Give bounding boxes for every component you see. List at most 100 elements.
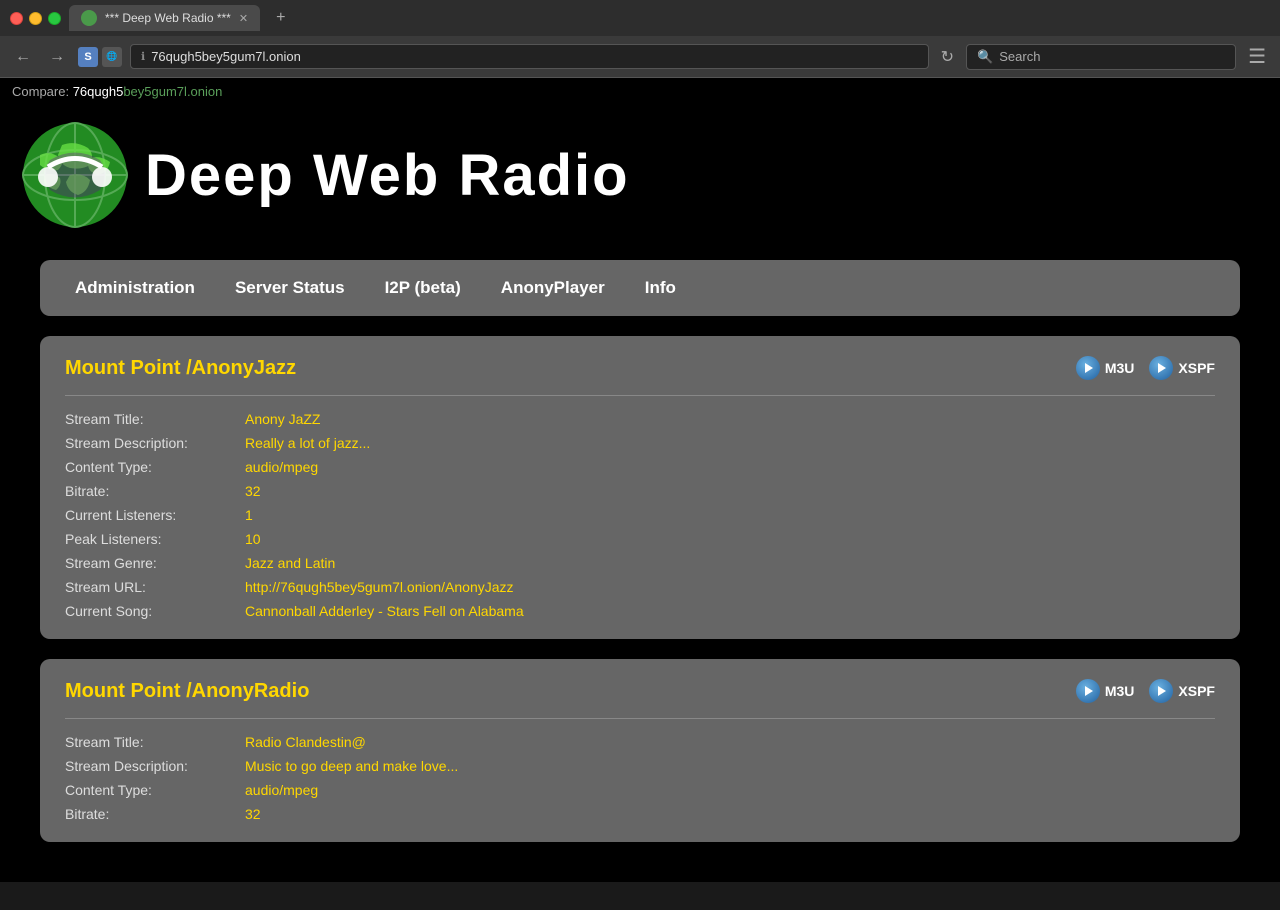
value-content-type-2: audio/mpeg	[245, 782, 318, 798]
label-content-type-1: Content Type:	[65, 459, 245, 475]
site-header: Deep Web Radio	[0, 105, 1280, 250]
label-stream-genre-1: Stream Genre:	[65, 555, 245, 571]
info-row-stream-desc-1: Stream Description: Really a lot of jazz…	[65, 435, 1215, 451]
nav-link-anonyplayer[interactable]: AnonyPlayer	[481, 260, 625, 316]
info-row-stream-genre-1: Stream Genre: Jazz and Latin	[65, 555, 1215, 571]
site-nav: Administration Server Status I2P (beta) …	[40, 260, 1240, 316]
info-row-current-listeners-1: Current Listeners: 1	[65, 507, 1215, 523]
site-logo	[20, 120, 130, 230]
label-bitrate-1: Bitrate:	[65, 483, 245, 499]
value-stream-desc-1: Really a lot of jazz...	[245, 435, 370, 451]
plugin-icon-2[interactable]: 🌐	[102, 47, 122, 67]
info-row-stream-url-1: Stream URL: http://76qugh5bey5gum7l.onio…	[65, 579, 1215, 595]
compare-tld: .onion	[187, 84, 222, 99]
value-current-listeners-1: 1	[245, 507, 253, 523]
m3u-label-2: M3U	[1105, 683, 1135, 699]
search-bar-container[interactable]: 🔍 Search	[966, 44, 1236, 70]
label-stream-title-1: Stream Title:	[65, 411, 245, 427]
info-row-bitrate-2: Bitrate: 32	[65, 806, 1215, 822]
mount-divider-2	[65, 718, 1215, 719]
play-icon-xspf-1	[1149, 356, 1173, 380]
tab-title: *** Deep Web Radio ***	[105, 11, 231, 25]
compare-domain: 76qugh5bey5gum7l.onion	[73, 84, 223, 99]
value-stream-desc-2: Music to go deep and make love...	[245, 758, 458, 774]
browser-chrome: *** Deep Web Radio *** ✕ + ← → S 🌐 ℹ 76q…	[0, 0, 1280, 78]
traffic-lights	[10, 12, 61, 25]
info-row-bitrate-1: Bitrate: 32	[65, 483, 1215, 499]
browser-titlebar: *** Deep Web Radio *** ✕ +	[0, 0, 1280, 36]
value-current-song-1: Cannonball Adderley - Stars Fell on Alab…	[245, 603, 524, 619]
value-stream-genre-1: Jazz and Latin	[245, 555, 335, 571]
plugin-icons: S 🌐	[78, 47, 122, 67]
address-bar[interactable]: ℹ 76qugh5bey5gum7l.onion	[130, 44, 929, 69]
minimize-button[interactable]	[29, 12, 42, 25]
info-row-current-song-1: Current Song: Cannonball Adderley - Star…	[65, 603, 1215, 619]
mount-title-2: Mount Point /AnonyRadio	[65, 680, 309, 703]
plugin-icon-1[interactable]: S	[78, 47, 98, 67]
search-placeholder: Search	[999, 49, 1040, 64]
hamburger-menu-button[interactable]: ☰	[1244, 44, 1270, 69]
label-current-song-1: Current Song:	[65, 603, 245, 619]
mount-card-anony-radio: Mount Point /AnonyRadio M3U XSPF Stream …	[40, 659, 1240, 842]
compare-bar: Compare: 76qugh5bey5gum7l.onion	[0, 78, 1280, 105]
stream-url-link-1[interactable]: http://76qugh5bey5gum7l.onion/AnonyJazz	[245, 579, 514, 595]
label-peak-listeners-1: Peak Listeners:	[65, 531, 245, 547]
address-text: 76qugh5bey5gum7l.onion	[151, 49, 301, 64]
stream-info-1: Stream Title: Anony JaZZ Stream Descript…	[65, 411, 1215, 619]
stream-info-2: Stream Title: Radio Clandestin@ Stream D…	[65, 734, 1215, 822]
xspf-label-1: XSPF	[1178, 360, 1215, 376]
label-stream-desc-1: Stream Description:	[65, 435, 245, 451]
value-stream-title-2: Radio Clandestin@	[245, 734, 366, 750]
mount-links-2: M3U XSPF	[1076, 679, 1215, 703]
xspf-link-1[interactable]: XSPF	[1149, 356, 1215, 380]
value-bitrate-2: 32	[245, 806, 261, 822]
value-stream-url-1[interactable]: http://76qugh5bey5gum7l.onion/AnonyJazz	[245, 579, 514, 595]
globe-icon	[20, 120, 130, 230]
nav-link-i2p[interactable]: I2P (beta)	[365, 260, 481, 316]
mount-card-anony-jazz: Mount Point /AnonyJazz M3U XSPF Stream T…	[40, 336, 1240, 639]
m3u-link-2[interactable]: M3U	[1076, 679, 1135, 703]
info-row-stream-title-1: Stream Title: Anony JaZZ	[65, 411, 1215, 427]
info-row-stream-desc-2: Stream Description: Music to go deep and…	[65, 758, 1215, 774]
m3u-label-1: M3U	[1105, 360, 1135, 376]
page-content: Compare: 76qugh5bey5gum7l.onion	[0, 78, 1280, 882]
mount-header-2: Mount Point /AnonyRadio M3U XSPF	[65, 679, 1215, 703]
label-stream-title-2: Stream Title:	[65, 734, 245, 750]
mount-links-1: M3U XSPF	[1076, 356, 1215, 380]
new-tab-button[interactable]: +	[268, 9, 293, 27]
value-bitrate-1: 32	[245, 483, 261, 499]
value-content-type-1: audio/mpeg	[245, 459, 318, 475]
mount-header-1: Mount Point /AnonyJazz M3U XSPF	[65, 356, 1215, 380]
back-button[interactable]: ←	[10, 44, 36, 70]
m3u-link-1[interactable]: M3U	[1076, 356, 1135, 380]
play-icon-m3u-2	[1076, 679, 1100, 703]
site-title: Deep Web Radio	[145, 142, 630, 209]
play-icon-xspf-2	[1149, 679, 1173, 703]
play-icon-m3u-1	[1076, 356, 1100, 380]
tab-close-button[interactable]: ✕	[239, 12, 248, 25]
info-row-content-type-1: Content Type: audio/mpeg	[65, 459, 1215, 475]
label-stream-desc-2: Stream Description:	[65, 758, 245, 774]
nav-link-info[interactable]: Info	[625, 260, 696, 316]
maximize-button[interactable]	[48, 12, 61, 25]
label-content-type-2: Content Type:	[65, 782, 245, 798]
browser-tab[interactable]: *** Deep Web Radio *** ✕	[69, 5, 260, 31]
nav-inner: Administration Server Status I2P (beta) …	[40, 260, 1240, 316]
close-button[interactable]	[10, 12, 23, 25]
forward-button[interactable]: →	[44, 44, 70, 70]
nav-link-server-status[interactable]: Server Status	[215, 260, 365, 316]
xspf-link-2[interactable]: XSPF	[1149, 679, 1215, 703]
info-row-content-type-2: Content Type: audio/mpeg	[65, 782, 1215, 798]
reload-button[interactable]: ↻	[937, 47, 958, 67]
compare-label: Compare:	[12, 84, 69, 99]
label-stream-url-1: Stream URL:	[65, 579, 245, 595]
compare-domain-plain: 76qugh5	[73, 84, 124, 99]
info-row-peak-listeners-1: Peak Listeners: 10	[65, 531, 1215, 547]
browser-toolbar: ← → S 🌐 ℹ 76qugh5bey5gum7l.onion ↻ 🔍 Sea…	[0, 36, 1280, 78]
label-bitrate-2: Bitrate:	[65, 806, 245, 822]
nav-link-administration[interactable]: Administration	[55, 260, 215, 316]
info-row-stream-title-2: Stream Title: Radio Clandestin@	[65, 734, 1215, 750]
compare-domain-bold: bey5gum7l	[123, 84, 187, 99]
mount-title-1: Mount Point /AnonyJazz	[65, 357, 296, 380]
xspf-label-2: XSPF	[1178, 683, 1215, 699]
